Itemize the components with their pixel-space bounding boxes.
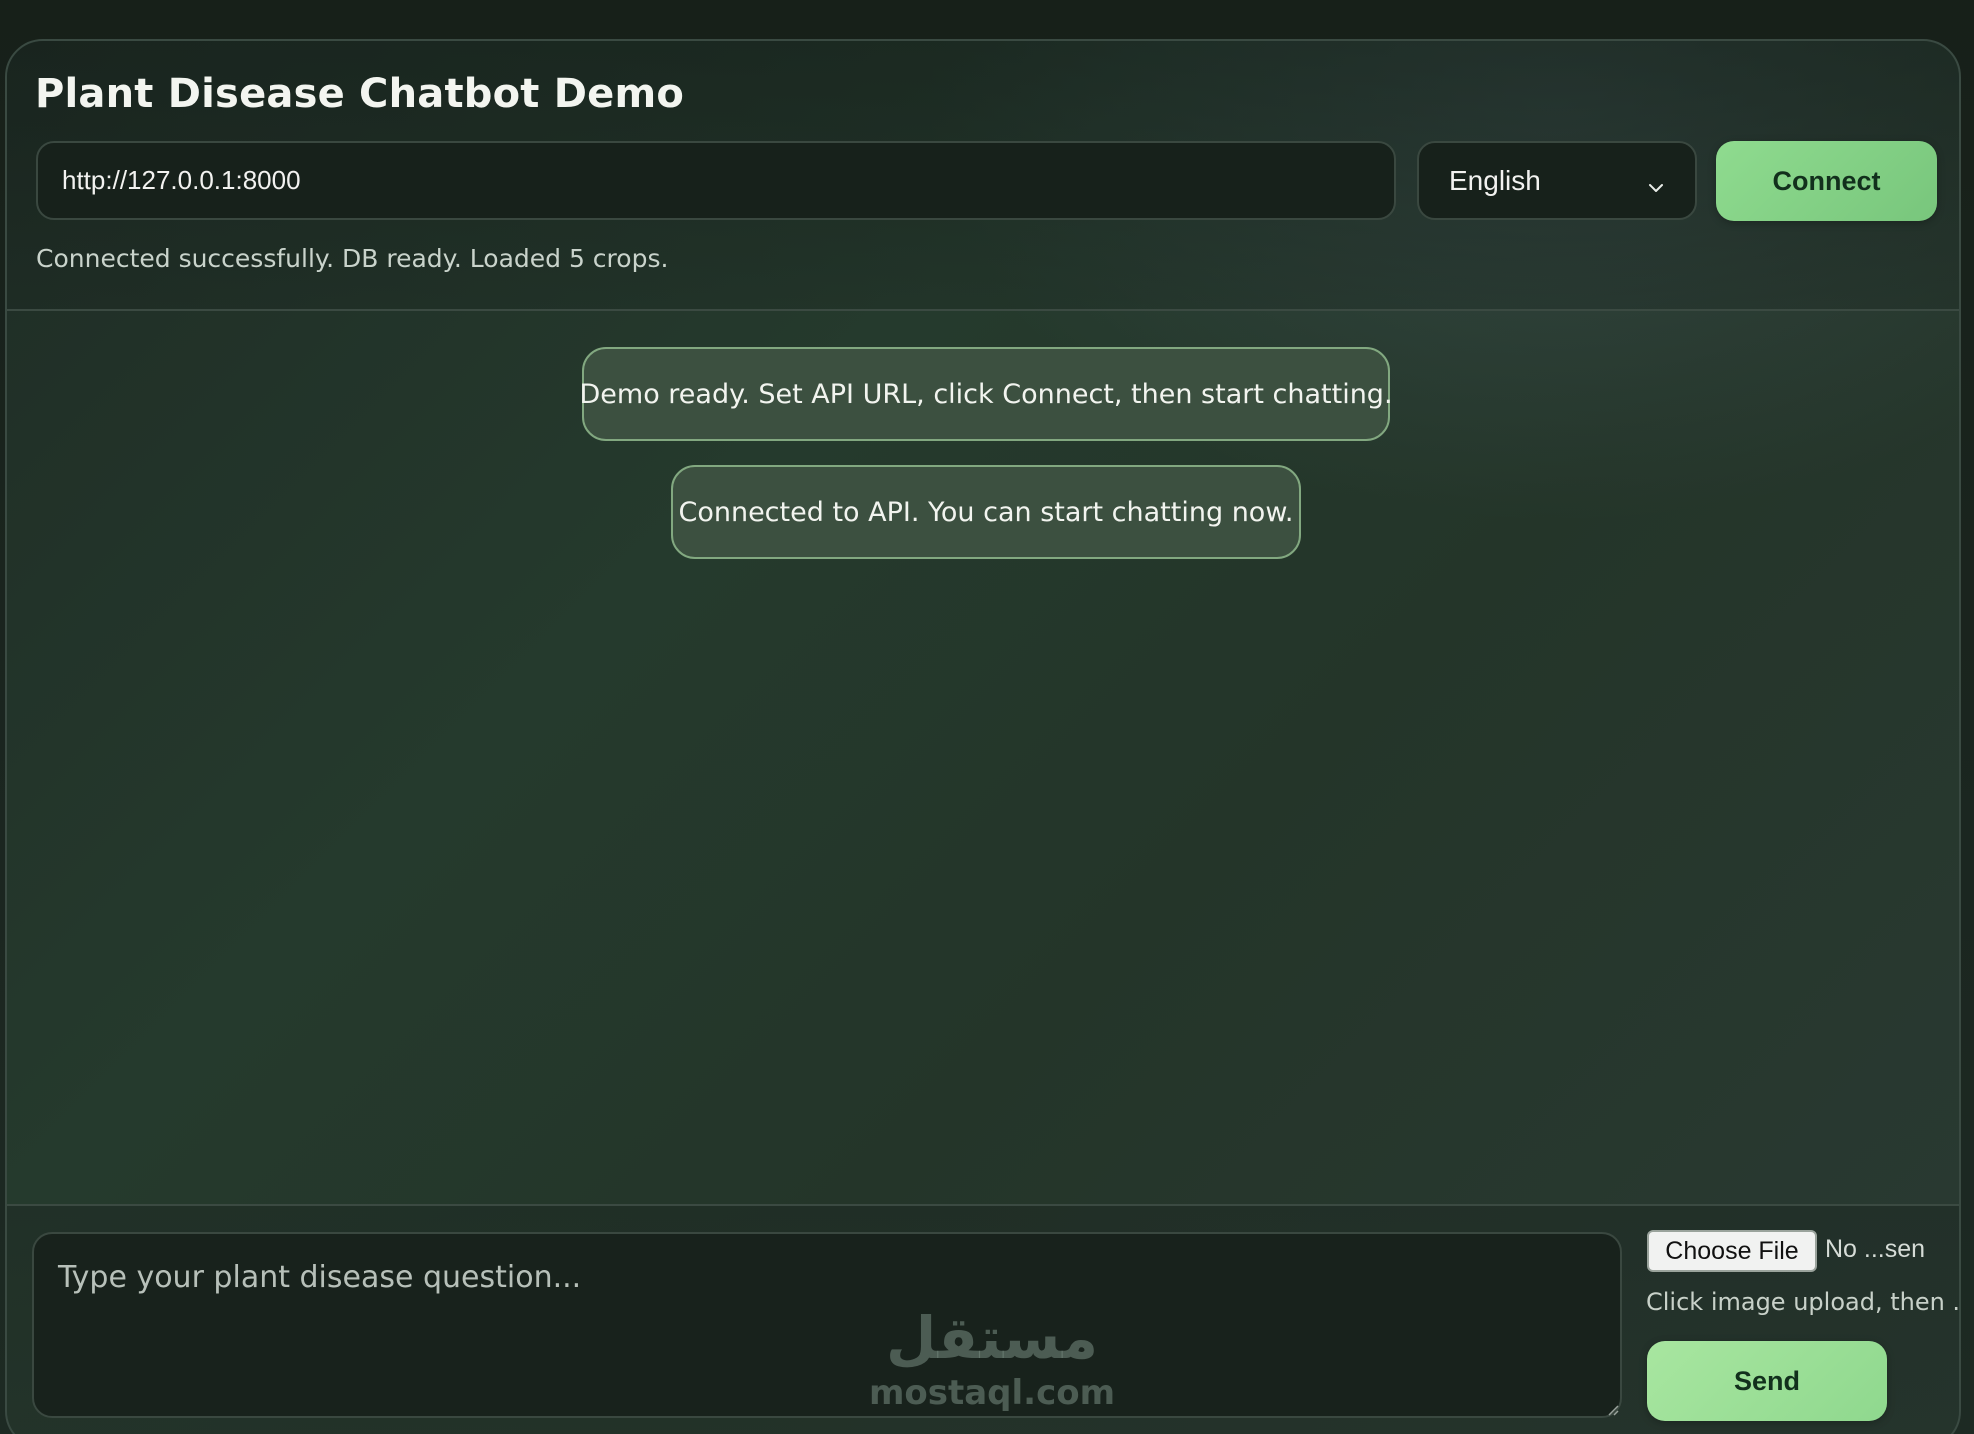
chat-message-text: Connected to API. You can start chatting…: [678, 496, 1294, 528]
choose-file-button[interactable]: Choose File: [1647, 1230, 1817, 1272]
chat-area[interactable]: Demo ready. Set API URL, click Connect, …: [7, 311, 1959, 1204]
header: Plant Disease Chatbot Demo English Conne…: [7, 41, 1959, 311]
chevron-down-icon: [1647, 172, 1665, 192]
chat-message: Demo ready. Set API URL, click Connect, …: [579, 347, 1393, 441]
file-status: No ...sen: [1825, 1235, 1926, 1263]
chat-message: Connected to API. You can start chatting…: [671, 465, 1301, 559]
composer: مستقل mostaql.com Choose File No ...sen …: [7, 1204, 1959, 1434]
connection-status: Connected successfully. DB ready. Loaded…: [36, 244, 669, 273]
resize-grip-icon[interactable]: [1607, 1403, 1619, 1416]
app-window: Plant Disease Chatbot Demo English Conne…: [5, 39, 1961, 1434]
connect-button[interactable]: Connect: [1716, 141, 1937, 221]
page-title: Plant Disease Chatbot Demo: [35, 71, 685, 117]
upload-hint: Click image upload, then ...: [1646, 1288, 1961, 1316]
message-input[interactable]: [32, 1232, 1622, 1418]
language-select[interactable]: English: [1417, 141, 1697, 220]
api-url-input[interactable]: [36, 141, 1396, 220]
chat-message-text: Demo ready. Set API URL, click Connect, …: [579, 378, 1393, 410]
language-select-value: English: [1449, 164, 1541, 196]
send-button[interactable]: Send: [1647, 1341, 1887, 1421]
